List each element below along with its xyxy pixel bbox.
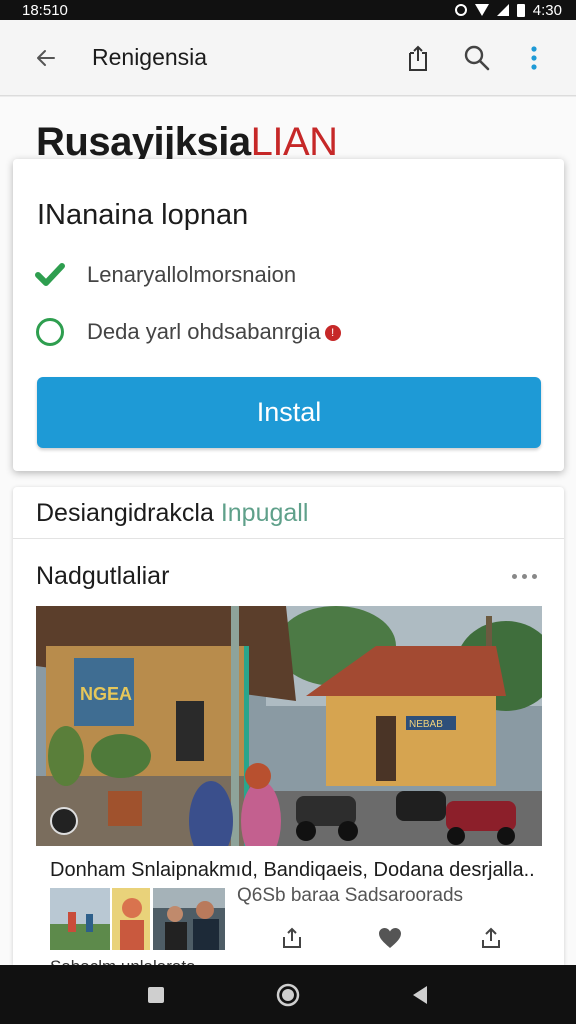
battery-text: 4:30 xyxy=(532,1,562,19)
radio-button-icon xyxy=(36,318,64,346)
share-button[interactable] xyxy=(402,42,434,74)
status-time: 18:510 xyxy=(22,1,68,19)
card-header-title: Desiangidrakcla xyxy=(36,499,214,527)
cut-off-text: Sabaclm unlalarata xyxy=(50,957,196,965)
back-nav-button[interactable] xyxy=(408,983,432,1007)
thumbnail-image xyxy=(50,888,110,950)
thumbnail-2[interactable] xyxy=(112,888,150,950)
thumbnail-image xyxy=(112,888,150,950)
recents-button[interactable] xyxy=(144,983,168,1007)
photo-caption: Donham Snlaipnakmıd, Bandiqaeis, Dodana … xyxy=(50,859,535,881)
section-title: Nadgutlaliar xyxy=(36,562,170,590)
dialog-title: INanaina lopnan xyxy=(37,199,249,231)
search-icon xyxy=(464,45,490,71)
upload-icon xyxy=(482,927,500,948)
hero-title-text: Rusayijksia xyxy=(36,120,251,164)
battery-icon xyxy=(516,3,525,17)
navigation-bar xyxy=(0,965,576,1024)
more-vert-icon xyxy=(531,46,537,70)
option-label: Deda yarl ohdsabanrgia xyxy=(87,319,321,344)
content-card: Desiangidrakcla Inpugall Nadgutlaliar NG… xyxy=(13,487,564,965)
app-bar: Renigensia xyxy=(0,20,576,96)
card-header: Desiangidrakcla Inpugall xyxy=(13,487,564,539)
search-button[interactable] xyxy=(461,42,493,74)
recents-icon xyxy=(148,987,164,1003)
share-icon xyxy=(409,45,427,71)
thumbnail-3[interactable] xyxy=(153,888,225,950)
overflow-menu-button[interactable] xyxy=(518,42,550,74)
featured-photo[interactable]: NGEA NEBAB xyxy=(36,606,542,846)
photo-sign-right: NEBAB xyxy=(409,719,443,730)
like-button[interactable] xyxy=(377,925,403,951)
home-button[interactable] xyxy=(276,983,300,1007)
photo-sign-left: NGEA xyxy=(80,684,132,704)
status-bar: 18:510 4:30 xyxy=(0,0,576,20)
home-icon xyxy=(276,983,300,1007)
install-button[interactable]: Instal xyxy=(37,377,541,448)
card-header-text-wrap: Desiangidrakcla Inpugall xyxy=(36,499,308,528)
wifi-icon xyxy=(474,4,489,16)
install-dialog: INanaina lopnan Lenaryallolmorsnaion Ded… xyxy=(13,159,564,471)
village-scene-image: NGEA NEBAB xyxy=(36,606,542,846)
option-checked[interactable]: Lenaryallolmorsnaion xyxy=(35,257,296,293)
heart-icon xyxy=(379,928,401,948)
option-label-wrap: Deda yarl ohdsabanrgia! xyxy=(87,319,341,345)
photo-meta: Q6Sb baraa Sadsaroorads xyxy=(237,885,464,906)
app-title: Renigensia xyxy=(92,44,208,70)
back-button[interactable] xyxy=(30,42,62,74)
back-arrow-icon xyxy=(37,50,55,66)
signal-icon xyxy=(496,4,509,16)
radio-wrapper xyxy=(35,317,65,347)
share-icon xyxy=(283,927,301,948)
option-label: Lenaryallolmorsnaion xyxy=(87,262,297,287)
checkmark-icon xyxy=(35,260,65,290)
more-dot-icon xyxy=(522,573,527,579)
more-dot-icon xyxy=(512,573,517,579)
more-options-button[interactable] xyxy=(512,569,542,583)
option-unchecked[interactable]: Deda yarl ohdsabanrgia! xyxy=(35,314,341,350)
card-header-link[interactable]: Inpugall xyxy=(221,499,309,527)
thumbnail-1[interactable] xyxy=(50,888,110,950)
hero-title-accent: LIAN xyxy=(250,120,338,164)
upload-button[interactable] xyxy=(478,925,504,951)
thumbnail-image xyxy=(153,888,225,950)
warning-icon: ! xyxy=(324,325,341,342)
sync-icon xyxy=(454,4,467,16)
status-icons: 4:30 xyxy=(454,1,562,19)
more-dot-icon xyxy=(532,573,537,579)
back-triangle-icon xyxy=(413,986,427,1004)
share-action-button[interactable] xyxy=(279,925,305,951)
